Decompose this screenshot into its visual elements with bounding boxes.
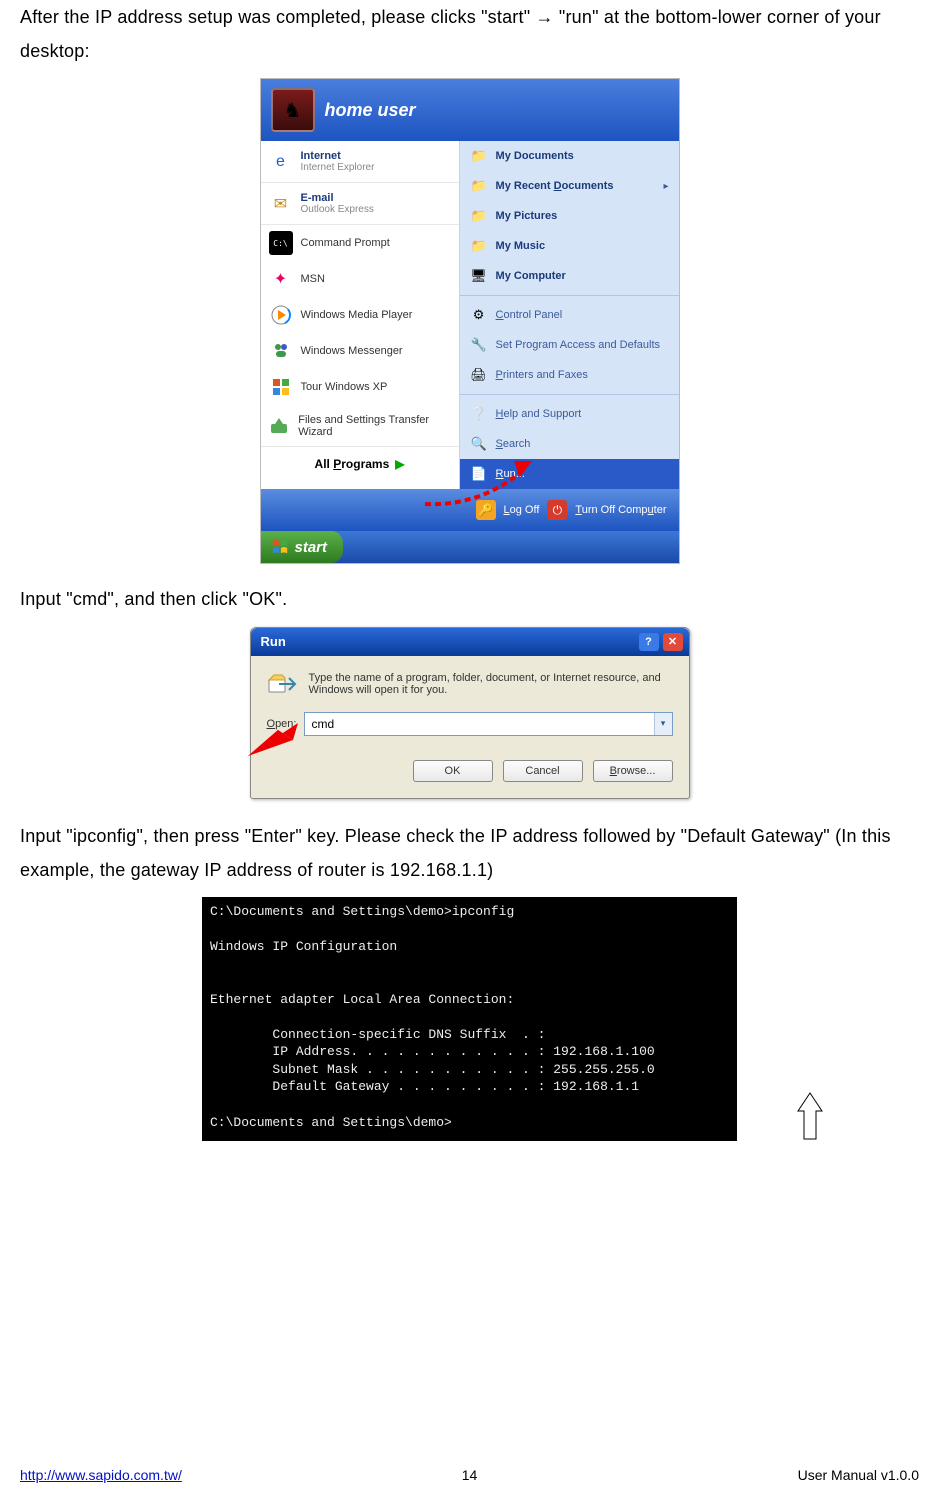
figure-run-dialog: Run ? ✕ Type the name of a program, fold…: [20, 627, 919, 799]
turnoff-icon: ⏻: [547, 500, 567, 520]
help-support-item[interactable]: ❔Help and Support: [460, 399, 679, 429]
cmd-line: Ethernet adapter Local Area Connection:: [210, 991, 729, 1009]
windows-logo-icon: [271, 538, 289, 556]
my-computer-item[interactable]: 🖥My Computer: [460, 261, 679, 291]
start-button[interactable]: start: [261, 531, 344, 563]
tour-xp-icon: [269, 375, 293, 399]
user-avatar-icon: ♞: [271, 88, 315, 132]
start-menu-right-panel: 📁My Documents 📁My Recent Documents▸ 📁My …: [460, 141, 679, 489]
cmd-line: IP Address. . . . . . . . . . . . : 192.…: [210, 1043, 729, 1061]
cmd-line: C:\Documents and Settings\demo>ipconfig: [210, 903, 729, 921]
run-dialog-titlebar: Run ? ✕: [251, 628, 689, 656]
start-menu-left-panel: e InternetInternet Explorer ✉ E-mailOutl…: [261, 141, 460, 489]
folder-icon: 📁: [470, 237, 488, 255]
page-number: 14: [20, 1467, 919, 1483]
figure-start-menu: ♞ home user e InternetInternet Explorer …: [20, 78, 919, 564]
internet-explorer-icon: e: [269, 150, 293, 174]
messenger-icon: [269, 339, 293, 363]
search-icon: 🔍: [470, 435, 488, 453]
computer-icon: 🖥: [470, 267, 488, 285]
run-open-input[interactable]: [305, 713, 653, 735]
page-footer: http://www.sapido.com.tw/ 14 User Manual…: [20, 1467, 919, 1483]
help-button-icon[interactable]: ?: [639, 633, 659, 651]
close-button-icon[interactable]: ✕: [663, 633, 683, 651]
cmd-line: Connection-specific DNS Suffix . :: [210, 1026, 729, 1044]
annotation-arrow-to-gateway: [796, 1091, 824, 1141]
all-programs-arrow-icon: ▶: [395, 457, 404, 471]
run-dialog-title: Run: [261, 634, 286, 649]
msn-icon: ✦: [269, 267, 293, 291]
email-icon: ✉: [269, 192, 293, 216]
wmp-item[interactable]: Windows Media Player: [261, 297, 459, 333]
folder-icon: 📁: [470, 207, 488, 225]
para-step1: After the IP address setup was completed…: [20, 0, 919, 68]
printer-icon: 🖨: [470, 366, 488, 384]
cmd-line: [210, 920, 729, 938]
my-pictures-item[interactable]: 📁My Pictures: [460, 201, 679, 231]
cancel-button[interactable]: Cancel: [503, 760, 583, 782]
files-transfer-icon: [269, 414, 291, 438]
cmd-icon: C:\: [269, 231, 293, 255]
internet-item[interactable]: e InternetInternet Explorer: [261, 141, 459, 183]
figure-cmd-output: C:\Documents and Settings\demo>ipconfig …: [20, 897, 919, 1141]
cmd-line: C:\Documents and Settings\demo>: [210, 1114, 729, 1132]
browse-button[interactable]: Browse...: [593, 760, 673, 782]
cmd-line: Default Gateway . . . . . . . . . : 192.…: [210, 1078, 729, 1096]
separator: [460, 394, 679, 395]
wmp-icon: [269, 303, 293, 327]
cmd-line: Windows IP Configuration: [210, 938, 729, 956]
wm-item[interactable]: Windows Messenger: [261, 333, 459, 369]
program-access-icon: 🔧: [470, 336, 488, 354]
my-music-item[interactable]: 📁My Music: [460, 231, 679, 261]
control-panel-item[interactable]: ⚙Control Panel: [460, 300, 679, 330]
annotation-arrow-to-run: [420, 459, 540, 509]
chevron-right-icon: ▸: [663, 181, 668, 192]
control-panel-icon: ⚙: [470, 306, 488, 324]
para-step2: Input "cmd", and then click "OK".: [20, 582, 919, 616]
start-menu-header: ♞ home user: [261, 79, 679, 141]
dropdown-icon[interactable]: ▾: [654, 713, 672, 735]
printers-faxes-item[interactable]: 🖨Printers and Faxes: [460, 360, 679, 390]
cmd-line: [210, 973, 729, 991]
help-icon: ❔: [470, 405, 488, 423]
cmd-line: [210, 1096, 729, 1114]
para-step3: Input "ipconfig", then press "Enter" key…: [20, 819, 919, 887]
separator: [460, 295, 679, 296]
taskbar: start: [261, 531, 679, 563]
run-dialog-icon: [267, 672, 297, 696]
folder-icon: 📁: [470, 177, 488, 195]
fst-item[interactable]: Files and Settings Transfer Wizard: [261, 405, 459, 447]
turnoff-button[interactable]: Turn Off Computer: [575, 504, 666, 516]
cmd-window-screenshot: C:\Documents and Settings\demo>ipconfig …: [202, 897, 737, 1141]
cmd-line: Subnet Mask . . . . . . . . . . . : 255.…: [210, 1061, 729, 1079]
my-recent-item[interactable]: 📁My Recent Documents▸: [460, 171, 679, 201]
annotation-arrow-to-input: [243, 718, 303, 758]
user-name: home user: [325, 100, 416, 121]
search-item[interactable]: 🔍Search: [460, 429, 679, 459]
set-program-access-item[interactable]: 🔧Set Program Access and Defaults: [460, 330, 679, 360]
email-item[interactable]: ✉ E-mailOutlook Express: [261, 183, 459, 225]
run-dialog-screenshot: Run ? ✕ Type the name of a program, fold…: [250, 627, 690, 799]
folder-icon: 📁: [470, 147, 488, 165]
cmd-line: [210, 1008, 729, 1026]
run-dialog-description: Type the name of a program, folder, docu…: [309, 672, 673, 696]
tour-item[interactable]: Tour Windows XP: [261, 369, 459, 405]
msn-item[interactable]: ✦ MSN: [261, 261, 459, 297]
cmd-prompt-item[interactable]: C:\ Command Prompt: [261, 225, 459, 261]
cmd-line: [210, 956, 729, 974]
my-documents-item[interactable]: 📁My Documents: [460, 141, 679, 171]
ok-button[interactable]: OK: [413, 760, 493, 782]
